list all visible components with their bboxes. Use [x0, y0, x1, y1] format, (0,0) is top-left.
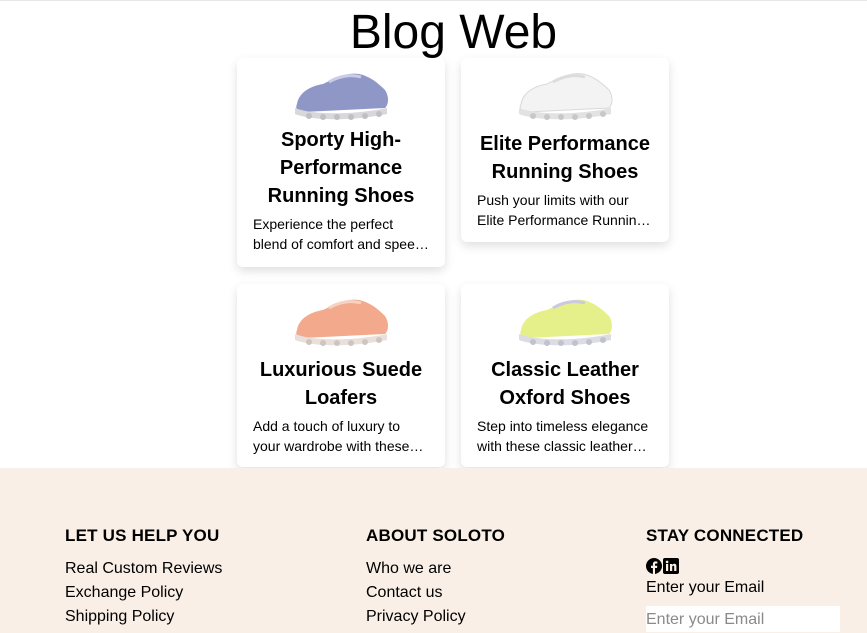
- footer-connect-column: STAY CONNECTED Enter your Email: [646, 526, 840, 632]
- linkedin-icon[interactable]: [663, 558, 679, 574]
- shoe-image: [519, 299, 612, 346]
- page-title: Blog Web: [349, 6, 558, 59]
- site-footer: LET US HELP YOU Real Custom Reviews Exch…: [0, 468, 867, 633]
- footer-link-reviews[interactable]: Real Custom Reviews: [65, 557, 222, 581]
- footer-heading: STAY CONNECTED: [646, 526, 804, 545]
- shoe-image: [295, 299, 388, 346]
- footer-link-shipping[interactable]: Shipping Policy: [65, 605, 222, 629]
- shoe-image: [295, 73, 388, 120]
- footer-help-column: LET US HELP YOU Real Custom Reviews Exch…: [65, 526, 222, 629]
- footer-link-contact[interactable]: Contact us: [366, 581, 505, 605]
- footer-link-exchange[interactable]: Exchange Policy: [65, 581, 222, 605]
- footer-heading: ABOUT SOLOTO: [366, 526, 506, 545]
- card-excerpt: Add a touch of luxury to your wardrobe w…: [253, 418, 410, 454]
- blog-card[interactable]: Sporty High-Performance Running Shoes Ex…: [237, 58, 445, 267]
- shoe-image: [519, 73, 613, 120]
- facebook-icon[interactable]: [646, 558, 662, 574]
- top-divider: [0, 0, 867, 1]
- email-label: Enter your Email: [646, 579, 765, 596]
- blog-card[interactable]: Luxurious Suede Loafers Add a touch of l…: [237, 284, 445, 467]
- footer-link-who-we-are[interactable]: Who we are: [366, 557, 505, 581]
- card-title[interactable]: Luxurious Suede Loafers: [253, 356, 429, 412]
- social-links: [646, 558, 840, 575]
- card-title[interactable]: Elite Performance Running Shoes: [477, 130, 653, 186]
- email-field[interactable]: [646, 606, 840, 632]
- card-excerpt: Push your limits with our Elite Performa…: [477, 192, 645, 228]
- blog-card[interactable]: Classic Leather Oxford Shoes Step into t…: [461, 284, 669, 467]
- footer-heading: LET US HELP YOU: [65, 526, 220, 545]
- card-excerpt: Step into timeless elegance with these c…: [477, 418, 649, 454]
- card-title[interactable]: Classic Leather Oxford Shoes: [477, 356, 653, 412]
- card-excerpt: Experience the perfect blend of comfort …: [253, 216, 423, 252]
- footer-link-privacy[interactable]: Privacy Policy: [366, 605, 505, 629]
- blog-card[interactable]: Elite Performance Running Shoes Push you…: [461, 58, 669, 242]
- card-title[interactable]: Sporty High-Performance Running Shoes: [253, 126, 429, 210]
- footer-about-column: ABOUT SOLOTO Who we are Contact us Priva…: [366, 526, 505, 629]
